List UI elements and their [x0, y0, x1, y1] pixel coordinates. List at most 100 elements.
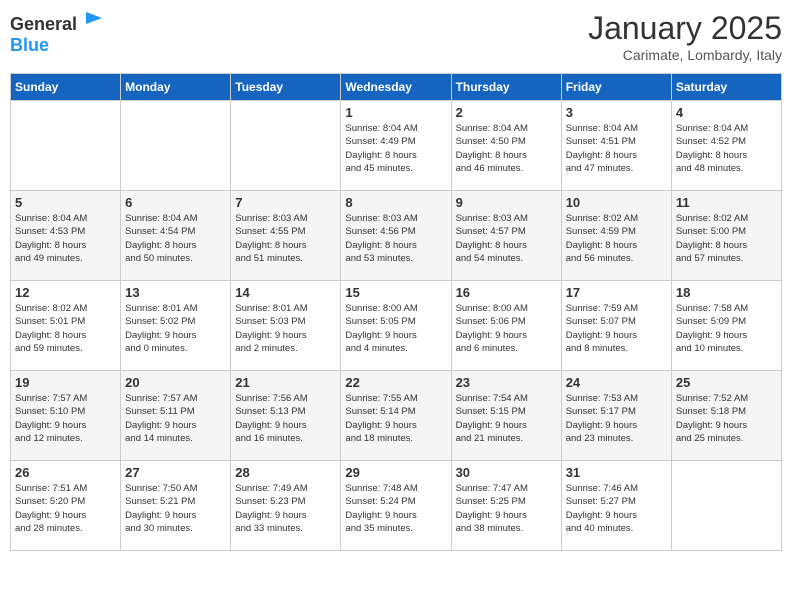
day-info: Sunrise: 7:50 AM Sunset: 5:21 PM Dayligh…: [125, 482, 226, 535]
day-info: Sunrise: 8:04 AM Sunset: 4:50 PM Dayligh…: [456, 122, 557, 175]
day-number: 21: [235, 375, 336, 390]
day-cell: 4 Sunrise: 8:04 AM Sunset: 4:52 PM Daylig…: [671, 101, 781, 191]
day-header-sunday: Sunday: [11, 74, 121, 101]
day-cell: 17 Sunrise: 7:59 AM Sunset: 5:07 PM Dayli…: [561, 281, 671, 371]
day-cell: 11Sunrise: 8:02 AM Sunset: 5:00 PM Dayli…: [671, 191, 781, 281]
day-number: 30: [456, 465, 557, 480]
day-cell: 16 Sunrise: 8:00 AM Sunset: 5:06 PM Dayli…: [451, 281, 561, 371]
day-cell: 15 Sunrise: 8:00 AM Sunset: 5:05 PM Dayli…: [341, 281, 451, 371]
week-row-4: 19 Sunrise: 7:57 AM Sunset: 5:10 PM Dayli…: [11, 371, 782, 461]
day-header-thursday: Thursday: [451, 74, 561, 101]
day-info: Sunrise: 7:46 AM Sunset: 5:27 PM Dayligh…: [566, 482, 667, 535]
day-cell: 2 Sunrise: 8:04 AM Sunset: 4:50 PM Daylig…: [451, 101, 561, 191]
location: Carimate, Lombardy, Italy: [588, 47, 782, 63]
day-number: 28: [235, 465, 336, 480]
day-info: Sunrise: 7:52 AM Sunset: 5:18 PM Dayligh…: [676, 392, 777, 445]
day-info: Sunrise: 8:00 AM Sunset: 5:06 PM Dayligh…: [456, 302, 557, 355]
day-info: Sunrise: 7:58 AM Sunset: 5:09 PM Dayligh…: [676, 302, 777, 355]
day-info: Sunrise: 8:02 AM Sunset: 4:59 PM Dayligh…: [566, 212, 667, 265]
day-cell: 22 Sunrise: 7:55 AM Sunset: 5:14 PM Dayli…: [341, 371, 451, 461]
day-cell: 30 Sunrise: 7:47 AM Sunset: 5:25 PM Dayli…: [451, 461, 561, 551]
day-info: Sunrise: 8:04 AM Sunset: 4:49 PM Dayligh…: [345, 122, 446, 175]
day-info: Sunrise: 7:57 AM Sunset: 5:10 PM Dayligh…: [15, 392, 116, 445]
day-cell: 19 Sunrise: 7:57 AM Sunset: 5:10 PM Dayli…: [11, 371, 121, 461]
day-cell: [671, 461, 781, 551]
day-info: Sunrise: 8:01 AM Sunset: 5:02 PM Dayligh…: [125, 302, 226, 355]
day-info: Sunrise: 7:56 AM Sunset: 5:13 PM Dayligh…: [235, 392, 336, 445]
day-cell: 7Sunrise: 8:03 AM Sunset: 4:55 PM Daylig…: [231, 191, 341, 281]
day-info: Sunrise: 8:02 AM Sunset: 5:01 PM Dayligh…: [15, 302, 116, 355]
day-header-monday: Monday: [121, 74, 231, 101]
week-row-3: 12Sunrise: 8:02 AM Sunset: 5:01 PM Dayli…: [11, 281, 782, 371]
day-cell: 3 Sunrise: 8:04 AM Sunset: 4:51 PM Daylig…: [561, 101, 671, 191]
day-cell: 20 Sunrise: 7:57 AM Sunset: 5:11 PM Dayli…: [121, 371, 231, 461]
day-number: 14: [235, 285, 336, 300]
day-number: 4: [676, 105, 777, 120]
day-info: Sunrise: 8:04 AM Sunset: 4:52 PM Dayligh…: [676, 122, 777, 175]
logo-blue: Blue: [10, 35, 49, 55]
day-number: 27: [125, 465, 226, 480]
day-info: Sunrise: 8:03 AM Sunset: 4:56 PM Dayligh…: [345, 212, 446, 265]
logo-flag-icon: [84, 10, 104, 30]
day-number: 8: [345, 195, 446, 210]
day-info: Sunrise: 8:01 AM Sunset: 5:03 PM Dayligh…: [235, 302, 336, 355]
day-cell: [121, 101, 231, 191]
day-number: 16: [456, 285, 557, 300]
day-cell: 23 Sunrise: 7:54 AM Sunset: 5:15 PM Dayli…: [451, 371, 561, 461]
day-number: 10: [566, 195, 667, 210]
day-cell: 12Sunrise: 8:02 AM Sunset: 5:01 PM Dayli…: [11, 281, 121, 371]
day-header-friday: Friday: [561, 74, 671, 101]
day-info: Sunrise: 7:59 AM Sunset: 5:07 PM Dayligh…: [566, 302, 667, 355]
day-cell: 21 Sunrise: 7:56 AM Sunset: 5:13 PM Dayli…: [231, 371, 341, 461]
title-block: January 2025 Carimate, Lombardy, Italy: [588, 10, 782, 63]
day-header-tuesday: Tuesday: [231, 74, 341, 101]
day-info: Sunrise: 7:57 AM Sunset: 5:11 PM Dayligh…: [125, 392, 226, 445]
day-number: 20: [125, 375, 226, 390]
header-row: SundayMondayTuesdayWednesdayThursdayFrid…: [11, 74, 782, 101]
day-info: Sunrise: 7:55 AM Sunset: 5:14 PM Dayligh…: [345, 392, 446, 445]
day-number: 18: [676, 285, 777, 300]
day-number: 3: [566, 105, 667, 120]
day-info: Sunrise: 8:03 AM Sunset: 4:57 PM Dayligh…: [456, 212, 557, 265]
day-info: Sunrise: 7:47 AM Sunset: 5:25 PM Dayligh…: [456, 482, 557, 535]
day-number: 13: [125, 285, 226, 300]
logo-text: General Blue: [10, 10, 104, 56]
logo-general: General: [10, 14, 77, 34]
logo: General Blue: [10, 10, 104, 56]
week-row-5: 26Sunrise: 7:51 AM Sunset: 5:20 PM Dayli…: [11, 461, 782, 551]
day-number: 31: [566, 465, 667, 480]
day-header-wednesday: Wednesday: [341, 74, 451, 101]
day-cell: 28 Sunrise: 7:49 AM Sunset: 5:23 PM Dayli…: [231, 461, 341, 551]
day-cell: 1 Sunrise: 8:04 AM Sunset: 4:49 PM Daylig…: [341, 101, 451, 191]
day-info: Sunrise: 8:00 AM Sunset: 5:05 PM Dayligh…: [345, 302, 446, 355]
week-row-1: 1 Sunrise: 8:04 AM Sunset: 4:49 PM Daylig…: [11, 101, 782, 191]
day-number: 23: [456, 375, 557, 390]
day-cell: 8 Sunrise: 8:03 AM Sunset: 4:56 PM Daylig…: [341, 191, 451, 281]
day-cell: 25Sunrise: 7:52 AM Sunset: 5:18 PM Dayli…: [671, 371, 781, 461]
day-number: 1: [345, 105, 446, 120]
day-cell: 6Sunrise: 8:04 AM Sunset: 4:54 PM Daylig…: [121, 191, 231, 281]
day-info: Sunrise: 7:53 AM Sunset: 5:17 PM Dayligh…: [566, 392, 667, 445]
day-number: 24: [566, 375, 667, 390]
day-number: 17: [566, 285, 667, 300]
day-info: Sunrise: 8:04 AM Sunset: 4:51 PM Dayligh…: [566, 122, 667, 175]
day-info: Sunrise: 8:03 AM Sunset: 4:55 PM Dayligh…: [235, 212, 336, 265]
day-info: Sunrise: 8:04 AM Sunset: 4:54 PM Dayligh…: [125, 212, 226, 265]
day-cell: [231, 101, 341, 191]
day-cell: 29 Sunrise: 7:48 AM Sunset: 5:24 PM Dayli…: [341, 461, 451, 551]
day-cell: 31 Sunrise: 7:46 AM Sunset: 5:27 PM Dayli…: [561, 461, 671, 551]
day-number: 29: [345, 465, 446, 480]
day-info: Sunrise: 7:49 AM Sunset: 5:23 PM Dayligh…: [235, 482, 336, 535]
day-cell: 18 Sunrise: 7:58 AM Sunset: 5:09 PM Dayli…: [671, 281, 781, 371]
day-number: 22: [345, 375, 446, 390]
page-header: General Blue January 2025 Carimate, Lomb…: [10, 10, 782, 63]
day-number: 19: [15, 375, 116, 390]
day-number: 15: [345, 285, 446, 300]
day-info: Sunrise: 7:51 AM Sunset: 5:20 PM Dayligh…: [15, 482, 116, 535]
day-number: 9: [456, 195, 557, 210]
day-info: Sunrise: 7:48 AM Sunset: 5:24 PM Dayligh…: [345, 482, 446, 535]
day-cell: 13 Sunrise: 8:01 AM Sunset: 5:02 PM Dayli…: [121, 281, 231, 371]
day-cell: 27 Sunrise: 7:50 AM Sunset: 5:21 PM Dayli…: [121, 461, 231, 551]
day-info: Sunrise: 7:54 AM Sunset: 5:15 PM Dayligh…: [456, 392, 557, 445]
day-number: 2: [456, 105, 557, 120]
